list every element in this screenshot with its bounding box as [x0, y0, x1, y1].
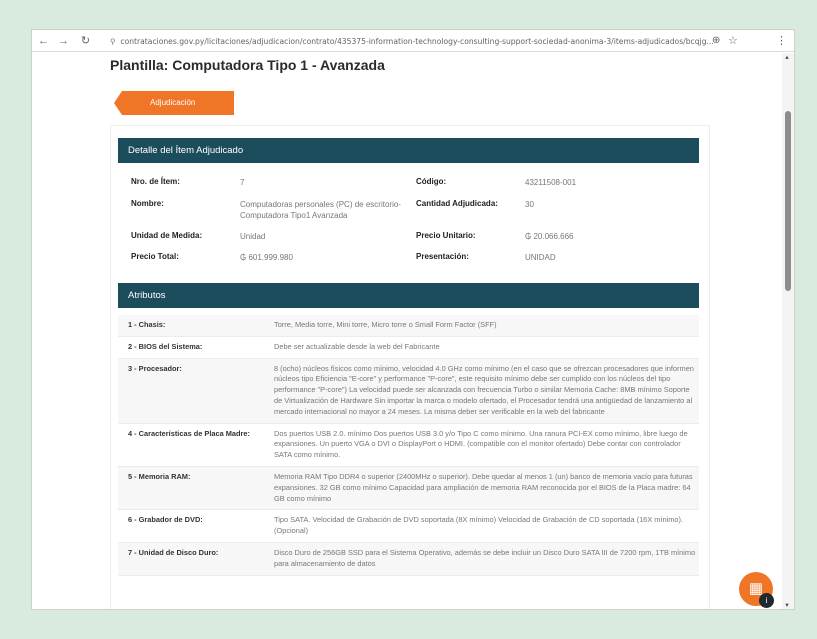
tab-adjudicacion[interactable]: Adjudicación: [114, 91, 234, 115]
scrollbar[interactable]: ▲ ▼: [782, 53, 794, 609]
address-bar[interactable]: ⚲ contrataciones.gov.py/licitaciones/adj…: [110, 35, 750, 48]
attr-name: 1 - Chasis:: [128, 320, 166, 329]
attr-name: 5 - Memoria RAM:: [128, 471, 191, 481]
browser-toolbar: ← → ↻ ⚲ contrataciones.gov.py/licitacion…: [32, 30, 794, 52]
name-value: Computadoras personales (PC) de escritor…: [240, 200, 401, 220]
attr-name: 7 - Unidad de Disco Duro:: [128, 547, 219, 557]
unit-label: Unidad de Medida:: [131, 231, 203, 240]
browser-window: ← → ↻ ⚲ contrataciones.gov.py/licitacion…: [31, 29, 795, 610]
bookmark-star-icon[interactable]: ☆: [728, 30, 738, 52]
table-row: 5 - Memoria RAM: Memoria RAM Tipo DDR4 o…: [118, 466, 699, 511]
info-icon[interactable]: i: [759, 593, 774, 608]
forward-icon[interactable]: →: [56, 30, 71, 52]
zoom-icon[interactable]: ⊕: [712, 30, 720, 52]
attr-name: 3 - Procesador:: [128, 363, 182, 373]
attr-name: 4 - Características de Placa Madre:: [128, 428, 251, 438]
table-row: 2 - BIOS del Sistema: Debe ser actualiza…: [118, 337, 699, 359]
unit-price-value: ₲ 20.066.666: [525, 232, 574, 241]
item-number-label: Nro. de Ítem:: [131, 177, 180, 186]
item-number-value: 7: [240, 178, 245, 187]
attr-value: 8 (ocho) núcleos físicos como mínimo, ve…: [274, 363, 694, 416]
unit-value: Unidad: [240, 232, 266, 241]
table-row: 4 - Características de Placa Madre: Dos …: [118, 424, 699, 467]
attr-value: Dos puertos USB 2.0. mínimo Dos puertos …: [274, 428, 688, 460]
total-price-value: ₲ 601.999.980: [240, 253, 293, 262]
total-price-label: Precio Total:: [131, 252, 179, 261]
attr-value: Tipo SATA. Velocidad de Grabación de DVD…: [274, 515, 684, 536]
unit-price-label: Precio Unitario:: [416, 231, 476, 240]
attr-value: Debe ser actualizable desde la web del F…: [274, 341, 440, 351]
page-content: Plantilla: Computadora Tipo 1 - Avanzada…: [32, 53, 784, 609]
reload-icon[interactable]: ↻: [78, 30, 93, 52]
quantity-label: Cantidad Adjudicada:: [416, 199, 498, 208]
table-row: 3 - Procesador: 8 (ocho) núcleos físicos…: [118, 358, 699, 424]
presentation-value: UNIDAD: [525, 253, 556, 262]
menu-kebab-icon[interactable]: ⋮: [776, 30, 787, 52]
attr-value: Memoria RAM Tipo DDR4 o superior (2400MH…: [274, 471, 693, 503]
attr-value: Disco Duro de 256GB SSD para el Sistema …: [274, 547, 696, 568]
attributes-table: 1 - Chasis: Torre, Media torre, Mini tor…: [118, 315, 699, 576]
page-title: Plantilla: Computadora Tipo 1 - Avanzada: [110, 57, 385, 73]
attr-name: 2 - BIOS del Sistema:: [128, 341, 203, 351]
table-row: 1 - Chasis: Torre, Media torre, Mini tor…: [118, 315, 699, 337]
attr-value: Torre, Media torre, Mini torre, Micro to…: [274, 320, 497, 329]
code-label: Código:: [416, 177, 447, 186]
detail-header: Detalle del Ítem Adjudicado: [118, 138, 699, 163]
site-info-icon[interactable]: ⚲: [110, 35, 118, 48]
scroll-down-icon[interactable]: ▼: [784, 603, 790, 609]
url-text: contrataciones.gov.py/licitaciones/adjud…: [120, 37, 714, 46]
table-row: 6 - Grabador de DVD: Tipo SATA. Velocida…: [118, 510, 699, 543]
back-icon[interactable]: ←: [36, 30, 51, 52]
scroll-up-icon[interactable]: ▲: [784, 55, 790, 61]
presentation-label: Presentación:: [416, 252, 469, 261]
table-row: 7 - Unidad de Disco Duro: Disco Duro de …: [118, 542, 699, 576]
attr-name: 6 - Grabador de DVD:: [128, 515, 203, 525]
scroll-thumb[interactable]: [785, 111, 791, 291]
quantity-value: 30: [525, 200, 534, 209]
code-value: 43211508-001: [525, 178, 577, 187]
attributes-header: Atributos: [118, 283, 699, 308]
name-label: Nombre:: [131, 199, 164, 208]
